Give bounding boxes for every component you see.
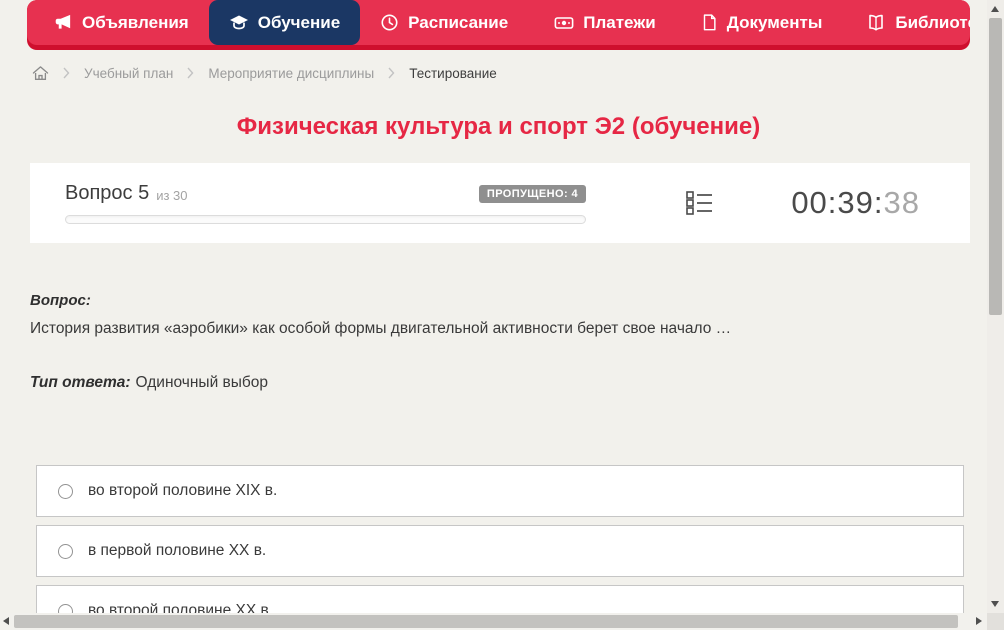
scroll-up-arrow-icon[interactable] — [991, 6, 999, 12]
breadcrumb-current-testing: Тестирование — [409, 65, 497, 81]
nav-item-label: Обучение — [257, 12, 341, 32]
nav-item-documents[interactable]: Документы — [680, 0, 843, 45]
answer-type-label: Тип ответа: — [30, 374, 131, 391]
horizontal-scrollbar[interactable] — [0, 613, 987, 630]
document-icon — [700, 13, 718, 32]
nav-item-library[interactable]: Библиотека — [846, 0, 970, 45]
answer-option-1[interactable]: во второй половине XIX в. — [36, 465, 964, 517]
question-progress-bar — [65, 215, 586, 224]
nav-item-label: Документы — [726, 12, 823, 32]
breadcrumb-separator-icon — [187, 67, 194, 79]
nav-item-schedule[interactable]: Расписание — [360, 0, 528, 45]
answer-type-value: Одиночный выбор — [135, 374, 269, 391]
answer-option-label: в первой половине XX в. — [88, 542, 267, 559]
question-progress-block: Вопрос 5 из 30 ПРОПУЩЕНО: 4 — [65, 182, 586, 224]
top-navbar: Объявления Обучение Расписание Платежи Д — [27, 0, 970, 50]
nav-item-label: Библиотека — [895, 12, 970, 32]
question-total: из 30 — [156, 188, 188, 203]
question-prompt-text: История развития «аэробики» как особой ф… — [30, 320, 732, 337]
scroll-down-arrow-icon[interactable] — [991, 601, 999, 607]
nav-item-label: Платежи — [583, 12, 656, 32]
breadcrumb-study-plan[interactable]: Учебный план — [84, 66, 173, 81]
nav-item-label: Объявления — [82, 12, 189, 32]
answer-option-2[interactable]: в первой половине XX в. — [36, 525, 964, 577]
breadcrumb-discipline-event[interactable]: Мероприятие дисциплины — [208, 66, 374, 81]
timer-hhmm: 00:39: — [791, 185, 884, 220]
nav-item-label: Расписание — [408, 12, 509, 32]
radio-button-icon[interactable] — [58, 483, 73, 499]
question-number: Вопрос 5 — [65, 182, 150, 204]
page-title: Физическая культура и спорт Э2 (обучение… — [236, 113, 761, 140]
question-body: Вопрос: История развития «аэробики» как … — [30, 292, 940, 392]
clock-icon — [380, 13, 399, 32]
megaphone-icon — [54, 13, 73, 32]
graduation-cap-icon — [229, 13, 249, 33]
horizontal-scrollbar-thumb[interactable] — [14, 615, 958, 628]
answer-options: во второй половине XIX в. в первой полов… — [36, 465, 964, 630]
radio-button-icon[interactable] — [58, 543, 73, 559]
answer-type-row: Тип ответа: Одиночный выбор — [30, 374, 940, 392]
nav-item-payments[interactable]: Платежи — [534, 0, 676, 45]
open-book-icon — [866, 13, 886, 33]
scroll-right-arrow-icon[interactable] — [976, 617, 982, 625]
answer-option-label: во второй половине XIX в. — [88, 482, 278, 499]
home-icon[interactable] — [32, 65, 49, 81]
vertical-scrollbar-thumb[interactable] — [989, 18, 1002, 315]
vertical-scrollbar[interactable] — [987, 0, 1004, 613]
breadcrumb-separator-icon — [63, 67, 70, 79]
scrollbar-corner — [987, 613, 1004, 630]
question-header-card: Вопрос 5 из 30 ПРОПУЩЕНО: 4 00:39:38 — [30, 163, 970, 243]
breadcrumb: Учебный план Мероприятие дисциплины Тест… — [32, 62, 497, 84]
skipped-badge: ПРОПУЩЕНО: 4 — [478, 184, 586, 203]
nav-item-learning[interactable]: Обучение — [208, 0, 361, 45]
timer-seconds: 38 — [883, 185, 920, 220]
question-prompt-label: Вопрос: — [30, 292, 91, 309]
scroll-left-arrow-icon[interactable] — [3, 617, 9, 625]
top-navbar-row: Объявления Обучение Расписание Платежи Д — [27, 0, 970, 45]
nav-item-announcements[interactable]: Объявления — [34, 0, 209, 45]
breadcrumb-separator-icon — [388, 67, 395, 79]
banknote-icon — [554, 13, 574, 33]
question-list-icon[interactable] — [686, 190, 714, 216]
timer: 00:39:38 — [791, 185, 920, 221]
